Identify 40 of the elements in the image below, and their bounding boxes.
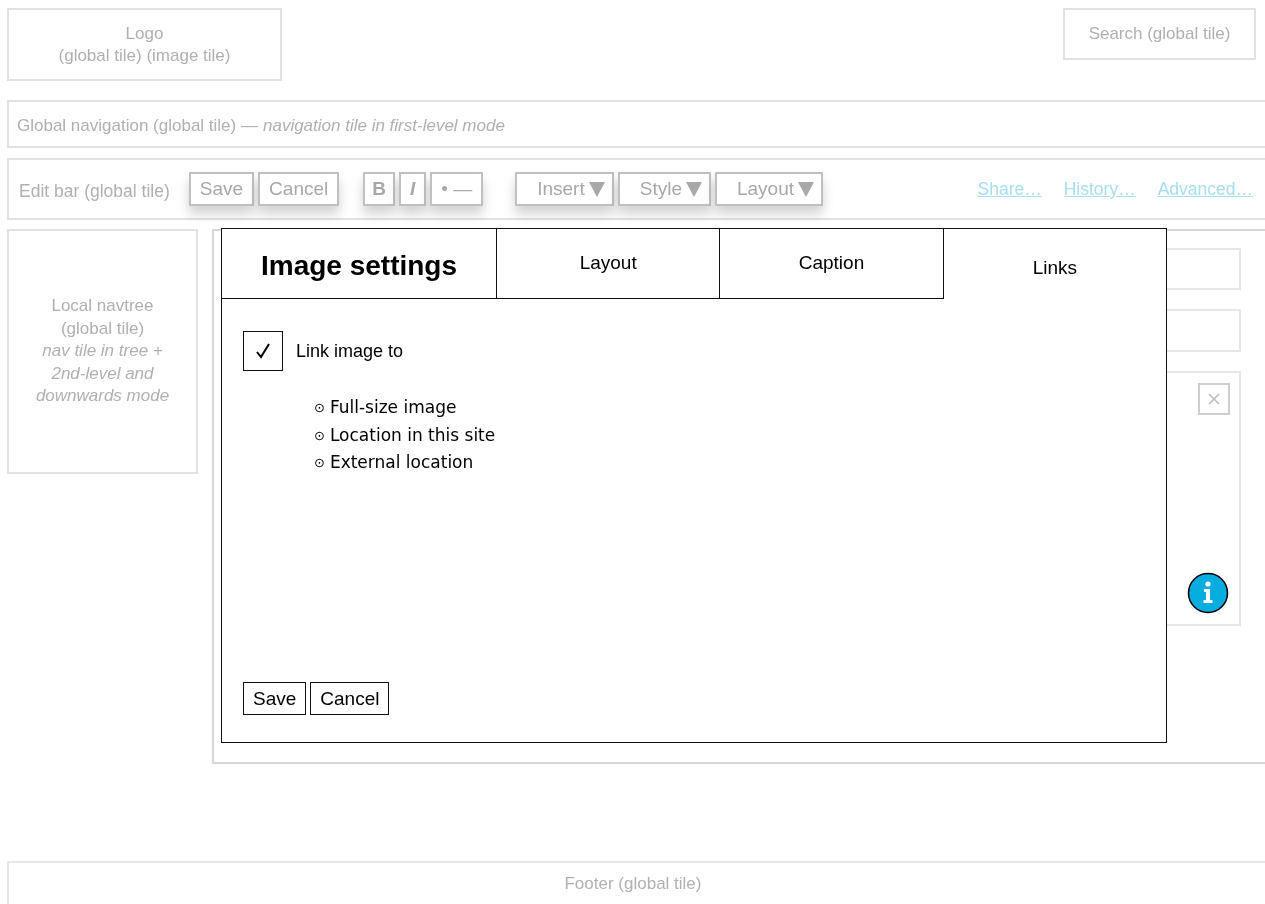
logo-text: (global tile) (image tile) (58, 44, 231, 67)
checkbox-label: Link image to (296, 340, 404, 362)
radio-label: External location (329, 451, 474, 474)
info-icon[interactable] (1187, 572, 1229, 614)
bold-button[interactable]: B (363, 172, 395, 206)
edit-bar-label: Edit bar (global tile) (19, 180, 170, 202)
radio-label: Full-size image (329, 396, 457, 419)
search-placeholder[interactable]: Search (global tile) (1063, 8, 1256, 60)
dialog-button[interactable]: Cancel (310, 682, 390, 715)
global-navigation-text: Global navigation (global tile) — navigation tile in first-level mode (17, 116, 505, 136)
checkbox[interactable] (243, 331, 283, 371)
navtree-note: downwards mode (35, 385, 170, 408)
toolbar-button[interactable]: Save (188, 172, 255, 206)
radio-icon[interactable]: ⊙ (314, 421, 325, 449)
caret-icon (588, 181, 605, 197)
logo-text: Logo (125, 22, 164, 45)
radio-icon[interactable]: ⊙ (314, 394, 325, 422)
tab[interactable]: Caption (720, 229, 944, 299)
caret-icon (798, 181, 815, 197)
link[interactable]: Advanced… (1157, 178, 1253, 200)
link[interactable]: History… (1063, 178, 1136, 200)
navtree-text: Local navtree (51, 295, 154, 318)
check-icon (256, 343, 270, 359)
toolbar-button[interactable]: • — (430, 172, 484, 206)
link[interactable]: Share… (977, 178, 1042, 200)
dropdown-button[interactable]: Layout (715, 172, 824, 206)
caret-icon (686, 181, 702, 197)
dropdown-button[interactable]: Insert (515, 172, 614, 206)
navtree-note: 2nd-level and (51, 362, 154, 385)
tab[interactable]: Layout (497, 229, 721, 299)
dialog-button[interactable]: Save (243, 682, 307, 715)
footer-text: Footer (global tile) (564, 874, 702, 895)
dropdown-button[interactable]: Style (617, 172, 711, 206)
radio-icon[interactable]: ⊙ (314, 449, 325, 477)
radio-label: Location in this site (329, 423, 496, 447)
italic-button[interactable]: I (399, 172, 427, 206)
navtree-text: (global tile) (60, 317, 145, 340)
close-icon (1208, 393, 1220, 405)
toolbar-button[interactable]: Cancel (258, 172, 340, 206)
navtree-note: nav tile in tree + (42, 340, 163, 363)
